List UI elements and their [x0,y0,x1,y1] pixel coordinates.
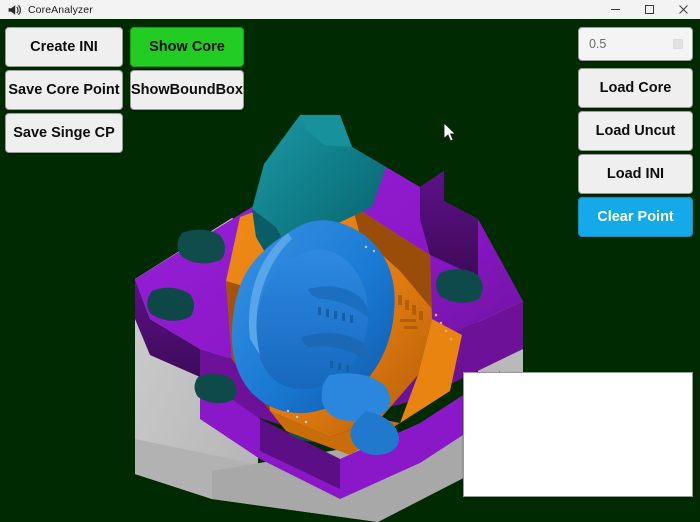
spinner-handle-icon[interactable] [673,39,683,49]
close-icon[interactable] [666,0,700,19]
load-uncut-button[interactable]: Load Uncut [578,111,693,151]
save-singe-cp-button[interactable]: Save Singe CP [5,113,123,153]
clear-point-button[interactable]: Clear Point [578,197,693,237]
load-core-button[interactable]: Load Core [578,68,693,108]
app-logo-icon [6,2,22,18]
show-bound-box-button[interactable]: ShowBoundBox [130,70,244,110]
save-core-point-button[interactable]: Save Core Point [5,70,123,110]
window-controls [598,0,700,19]
3d-viewport[interactable]: Create INI Show Core Save Core Point Sho… [0,19,700,522]
window-title: CoreAnalyzer [28,3,93,16]
load-ini-button[interactable]: Load INI [578,154,693,194]
application-window: CoreAnalyzer Create INI Show Core Save C… [0,0,700,522]
show-core-button[interactable]: Show Core [130,27,244,67]
title-bar: CoreAnalyzer [0,0,700,20]
maximize-icon[interactable] [632,0,666,19]
minimize-icon[interactable] [598,0,632,19]
create-ini-button[interactable]: Create INI [5,27,123,67]
log-output-panel[interactable] [463,372,693,497]
tolerance-value: 0.5 [589,37,607,51]
tolerance-spin-field[interactable]: 0.5 [578,27,693,61]
